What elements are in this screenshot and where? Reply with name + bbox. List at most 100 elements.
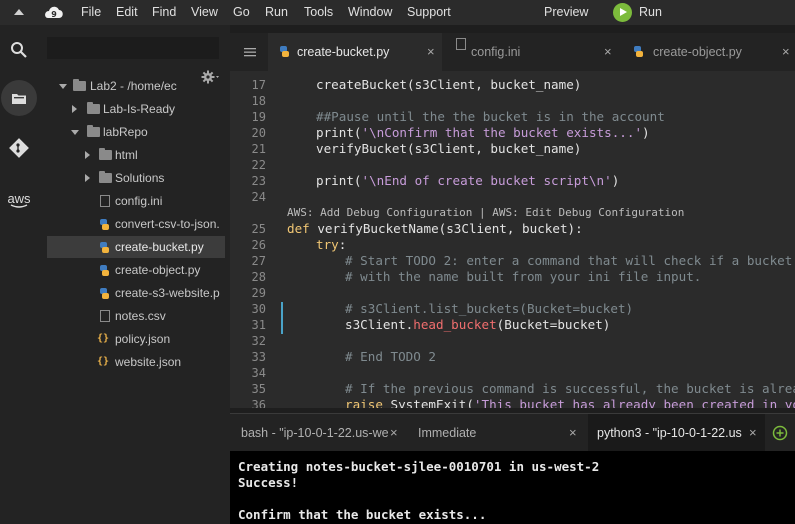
chevron-down-icon[interactable] (59, 84, 67, 89)
line-number: 34 (251, 366, 266, 380)
tab-label: config.ini (471, 45, 521, 59)
plus-icon (772, 425, 788, 441)
tab-immediate[interactable]: Immediate × (408, 414, 586, 452)
tree-item-label: Lab2 - /home/ec (90, 79, 177, 93)
chevron-right-icon[interactable] (85, 174, 90, 182)
close-icon[interactable]: × (569, 414, 577, 452)
new-terminal-button[interactable] (765, 414, 795, 452)
menu-view[interactable]: View (191, 0, 218, 25)
chevron-up-icon[interactable] (13, 0, 25, 25)
close-icon[interactable]: × (427, 33, 435, 71)
tree-file-create-s3-website-py[interactable]: create-s3-website.p (47, 282, 225, 304)
run-button[interactable]: Run (639, 0, 662, 25)
chevron-right-icon[interactable] (85, 151, 90, 159)
line-number: 36 (251, 398, 266, 408)
codelens-debug-config[interactable]: AWS: Add Debug Configuration | AWS: Edit… (287, 205, 684, 221)
code-text: : (338, 237, 347, 252)
tab-create-bucket-py[interactable]: create-bucket.py × (268, 33, 442, 71)
tab-label: create-bucket.py (297, 45, 390, 59)
code-line: # s3Client.list_buckets(Bucket=bucket) (345, 301, 633, 317)
tree-file-create-bucket-py[interactable]: create-bucket.py (47, 236, 225, 258)
tab-label: create-object.py (653, 45, 742, 59)
folder-icon (99, 148, 112, 160)
code-text: ) (611, 173, 620, 188)
tab-create-object-py[interactable]: create-object.py × (626, 33, 795, 71)
tree-folder-html[interactable]: html (47, 144, 225, 166)
menu-run[interactable]: Run (265, 0, 288, 25)
tree-folder-lab-is-ready[interactable]: Lab-Is-Ready (47, 98, 225, 120)
code-keyword: try (316, 237, 339, 252)
code-line: verifyBucket(s3Client, bucket_name) (316, 141, 581, 157)
folder-icon (73, 79, 86, 91)
tree-item-label: create-object.py (115, 263, 201, 277)
tree-file-notes-csv[interactable]: notes.csv (47, 305, 225, 327)
close-icon[interactable]: × (390, 414, 398, 452)
search-input[interactable] (47, 37, 219, 59)
menu-find[interactable]: Find (152, 0, 176, 25)
tab-bash-terminal[interactable]: bash - "ip-10-0-1-22.us-we × (230, 414, 406, 452)
preview-button[interactable]: Preview (544, 0, 588, 25)
tree-folder-lab2[interactable]: Lab2 - /home/ec (47, 75, 225, 97)
menu-go[interactable]: Go (233, 0, 250, 25)
tree-folder-labrepo[interactable]: labRepo (47, 121, 225, 143)
code-method: head_bucket (413, 317, 497, 332)
line-number: 28 (251, 270, 266, 284)
hamburger-icon[interactable] (244, 46, 256, 61)
menu-window[interactable]: Window (348, 0, 392, 25)
code-editor[interactable]: 17 18 19 20 21 22 23 24 25 26 27 28 29 3… (230, 71, 795, 408)
line-number: 24 (251, 190, 266, 204)
code-line: s3Client.head_bucket(Bucket=bucket) (345, 317, 610, 333)
line-number: 21 (251, 142, 266, 156)
tree-file-policy-json[interactable]: {} policy.json (47, 328, 225, 350)
tree-item-label: Lab-Is-Ready (103, 102, 176, 116)
code-text: SystemExit( (382, 397, 474, 408)
code-line: print('\nEnd of create bucket script\n') (316, 173, 619, 189)
code-text: ) (642, 125, 650, 140)
file-explorer: Lab2 - /home/ec Lab-Is-Ready labRepo htm… (38, 25, 230, 524)
terminal-tab-bar: bash - "ip-10-0-1-22.us-we × Immediate ×… (230, 413, 795, 452)
python-file-icon (100, 288, 109, 299)
tree-file-config-ini[interactable]: config.ini (47, 190, 225, 212)
folder-icon[interactable] (0, 79, 38, 117)
close-icon[interactable]: × (604, 33, 612, 71)
tree-file-convert-csv-to-json[interactable]: convert-csv-to-json. (47, 213, 225, 235)
code-line: raise SystemExit('This bucket has alread… (345, 397, 795, 408)
search-icon[interactable] (0, 37, 38, 63)
terminal-output[interactable]: Creating notes-bucket-sjlee-0010701 in u… (230, 451, 795, 524)
close-icon[interactable]: × (782, 33, 790, 71)
code-keyword: def (287, 221, 310, 236)
line-number: 30 (251, 302, 266, 316)
code-line: # If the previous command is successful,… (345, 381, 795, 397)
json-file-icon: {} (97, 333, 110, 344)
chevron-down-icon[interactable] (71, 130, 79, 135)
menu-tools[interactable]: Tools (304, 0, 333, 25)
tree-file-create-object-py[interactable]: create-object.py (47, 259, 225, 281)
menu-file[interactable]: File (81, 0, 101, 25)
play-icon[interactable] (613, 3, 632, 22)
chevron-right-icon[interactable] (72, 105, 77, 113)
svg-text:9: 9 (51, 10, 57, 19)
code-line: print('\nConfirm that the bucket exists.… (316, 125, 650, 141)
code-text: createBucket(s3Client, bucket_name) (316, 77, 582, 92)
code-line: def verifyBucketName(s3Client, bucket): (287, 221, 583, 237)
tree-item-label: labRepo (103, 125, 148, 139)
aws-icon[interactable]: aws (0, 188, 38, 214)
code-text: verifyBucket(s3Client, bucket_name) (316, 141, 582, 156)
python-file-icon (634, 46, 643, 57)
aws-label: aws (7, 190, 31, 206)
terminal-line: Creating notes-bucket-sjlee-0010701 in u… (238, 459, 600, 474)
tree-folder-solutions[interactable]: Solutions (47, 167, 225, 189)
tree-file-website-json[interactable]: {} website.json (47, 351, 225, 373)
python-file-icon (100, 265, 109, 276)
code-line: try: (316, 237, 346, 253)
tab-python3-terminal[interactable]: python3 - "ip-10-0-1-22.us × (588, 414, 765, 452)
close-icon[interactable]: × (749, 414, 757, 452)
activity-bar: aws (0, 25, 38, 524)
menu-support[interactable]: Support (407, 0, 451, 25)
code-line: # with the name built from your ini file… (345, 269, 701, 285)
menu-edit[interactable]: Edit (116, 0, 138, 25)
tab-config-ini[interactable]: config.ini × (444, 33, 624, 71)
tree-item-label: notes.csv (115, 309, 166, 323)
cloud9-logo-icon[interactable]: 9 (43, 0, 65, 25)
git-icon[interactable] (0, 135, 38, 161)
